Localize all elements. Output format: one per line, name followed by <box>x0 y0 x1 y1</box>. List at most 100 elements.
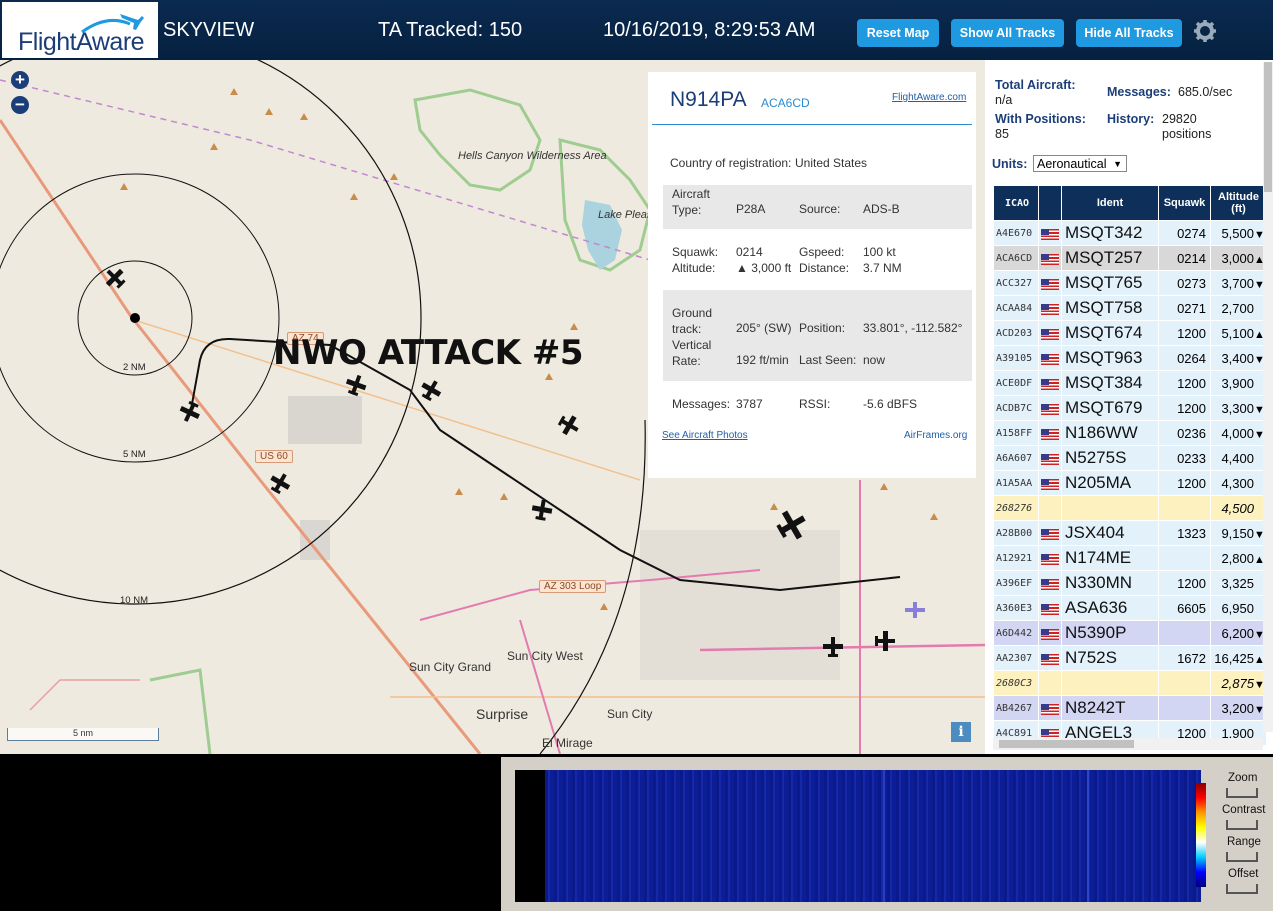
app-title: SKYVIEW <box>163 19 255 41</box>
contrast-slider[interactable] <box>1226 820 1258 830</box>
aircraft-icon <box>421 380 442 402</box>
rssi-label: RSSI: <box>799 397 831 411</box>
table-row[interactable]: A1A5AA N205MA 1200 4,300 <box>993 470 1267 496</box>
ident-cell <box>1061 495 1159 521</box>
vertical-rate-value: 192 ft/min <box>736 353 789 367</box>
table-row[interactable]: 2680C3 2,875▼ <box>993 670 1267 696</box>
altitude-value: 2,700 <box>1221 300 1254 316</box>
horizontal-scrollbar[interactable] <box>993 738 1263 750</box>
column-header-squawk[interactable]: Squawk <box>1158 185 1211 221</box>
squawk-cell: 0274 <box>1158 220 1211 246</box>
units-select[interactable]: Aeronautical ▼ <box>1033 155 1127 172</box>
flightaware-link[interactable]: FlightAware.com <box>892 92 966 103</box>
road-shield: US 60 <box>255 450 293 463</box>
offset-slider[interactable] <box>1226 884 1258 894</box>
squawk-cell <box>1158 695 1211 721</box>
squawk-value: 0214 <box>736 245 763 259</box>
table-row[interactable]: ACC327 MSQT765 0273 3,700▼ <box>993 270 1267 296</box>
squawk-cell: 1200 <box>1158 320 1211 346</box>
flag-cell <box>1038 595 1062 621</box>
table-row[interactable]: A4E670 MSQT342 0274 5,500▼ <box>993 220 1267 246</box>
altitude-value: 4,400 <box>1221 450 1254 466</box>
table-row[interactable]: A360E3 ASA636 6605 6,950 <box>993 595 1267 621</box>
table-row[interactable]: A28B00 JSX404 1323 9,150▼ <box>993 520 1267 546</box>
us-flag-icon <box>1041 703 1059 715</box>
show-all-tracks-button[interactable]: Show All Tracks <box>951 19 1064 47</box>
units-select-value: Aeronautical <box>1037 157 1107 171</box>
place-label: El Mirage <box>542 736 593 750</box>
country-label: Country of registration: <box>670 156 792 170</box>
altitude-value: ▲ 3,000 ft <box>736 261 792 275</box>
column-header-flag[interactable] <box>1038 185 1062 221</box>
ident-cell: MSQT342 <box>1061 220 1159 246</box>
table-row[interactable]: ACA6CD MSQT257 0214 3,000▲ <box>993 245 1267 271</box>
total-aircraft-label: Total Aircraft: <box>995 78 1076 92</box>
icao-cell: A1A5AA <box>993 470 1039 496</box>
ring-label: 5 NM <box>123 449 146 460</box>
zoom-slider[interactable] <box>1226 788 1258 798</box>
table-row[interactable]: A39105 MSQT963 0264 3,400▼ <box>993 345 1267 371</box>
column-header-icao[interactable]: ICAO <box>993 185 1039 221</box>
hide-all-tracks-button[interactable]: Hide All Tracks <box>1076 19 1182 47</box>
table-row[interactable]: A6A607 N5275S 0233 4,400 <box>993 445 1267 471</box>
table-row[interactable]: A158FF N186WW 0236 4,000▼ <box>993 420 1267 446</box>
gspeed-label: Gspeed: <box>799 245 845 259</box>
table-row[interactable]: ACAA84 MSQT758 0271 2,700 <box>993 295 1267 321</box>
scrollbar-thumb[interactable] <box>1264 62 1272 192</box>
zoom-in-button[interactable]: + <box>11 71 29 89</box>
table-row[interactable]: 268276 4,500 <box>993 495 1267 521</box>
aircraft-list-panel: Total Aircraft: n/a Messages: 685.0/sec … <box>985 60 1273 754</box>
table-row[interactable]: A396EF N330MN 1200 3,325 <box>993 570 1267 596</box>
rssi-value: -5.6 dBFS <box>863 397 918 411</box>
distance-value: 3.7 NM <box>863 261 902 275</box>
aircraft-photos-link[interactable]: See Aircraft Photos <box>662 430 748 441</box>
table-row[interactable]: AA2307 N752S 1672 16,425▲ <box>993 645 1267 671</box>
altitude-value: 4,500 <box>1221 500 1254 516</box>
info-icon[interactable]: i <box>951 722 971 742</box>
table-row[interactable]: A12921 N174ME 2,800▲ <box>993 545 1267 571</box>
flag-cell <box>1038 570 1062 596</box>
flightaware-logo[interactable]: FlightAware <box>2 2 158 58</box>
altitude-cell: 3,325 <box>1210 570 1267 596</box>
squawk-cell <box>1158 620 1211 646</box>
us-flag-icon <box>1041 653 1059 665</box>
table-row[interactable]: ACDB7C MSQT679 1200 3,300▼ <box>993 395 1267 421</box>
ident-cell: MSQT758 <box>1061 295 1159 321</box>
colormap-bar <box>1196 783 1206 887</box>
ident-cell: MSQT257 <box>1061 245 1159 271</box>
table-row[interactable]: ACE0DF MSQT384 1200 3,900 <box>993 370 1267 396</box>
flag-cell <box>1038 470 1062 496</box>
vertical-scrollbar[interactable] <box>1263 62 1273 732</box>
table-row[interactable]: AB4267 N8242T 3,200▼ <box>993 695 1267 721</box>
altitude-cell: 4,000▼ <box>1210 420 1267 446</box>
altitude-label: Altitude: <box>672 261 716 275</box>
gear-icon[interactable] <box>1193 19 1217 43</box>
altitude-cell: 4,400 <box>1210 445 1267 471</box>
table-row[interactable]: A6D442 N5390P 6,200▼ <box>993 620 1267 646</box>
flag-cell <box>1038 345 1062 371</box>
place-label: Hells Canyon Wilderness Area <box>458 150 607 162</box>
ring-label: 10 NM <box>120 595 148 606</box>
zoom-out-button[interactable]: − <box>11 96 29 114</box>
squawk-cell: 1672 <box>1158 645 1211 671</box>
ident-cell: MSQT679 <box>1061 395 1159 421</box>
altitude-value: 3,200 <box>1221 700 1254 716</box>
icao-cell: A360E3 <box>993 595 1039 621</box>
spectrogram-line <box>883 770 885 902</box>
popup-hex: ACA6CD <box>761 96 810 110</box>
reset-map-button[interactable]: Reset Map <box>857 19 939 47</box>
altitude-value: 2,875 <box>1221 675 1254 691</box>
table-row[interactable]: ACD203 MSQT674 1200 5,100▲ <box>993 320 1267 346</box>
airframes-link[interactable]: AirFrames.org <box>904 430 967 441</box>
column-header-ident[interactable]: Ident <box>1061 185 1159 221</box>
icao-cell: A12921 <box>993 545 1039 571</box>
squawk-cell: 1323 <box>1158 520 1211 546</box>
column-header-altitude[interactable]: Altitude (ft) <box>1210 185 1267 221</box>
place-label: Surprise <box>476 706 529 722</box>
us-flag-icon <box>1041 553 1059 565</box>
us-flag-icon <box>1041 603 1059 615</box>
scrollbar-thumb[interactable] <box>999 740 1134 748</box>
range-slider[interactable] <box>1226 852 1258 862</box>
icao-cell: 268276 <box>993 495 1039 521</box>
altitude-value: 3,300 <box>1221 400 1254 416</box>
